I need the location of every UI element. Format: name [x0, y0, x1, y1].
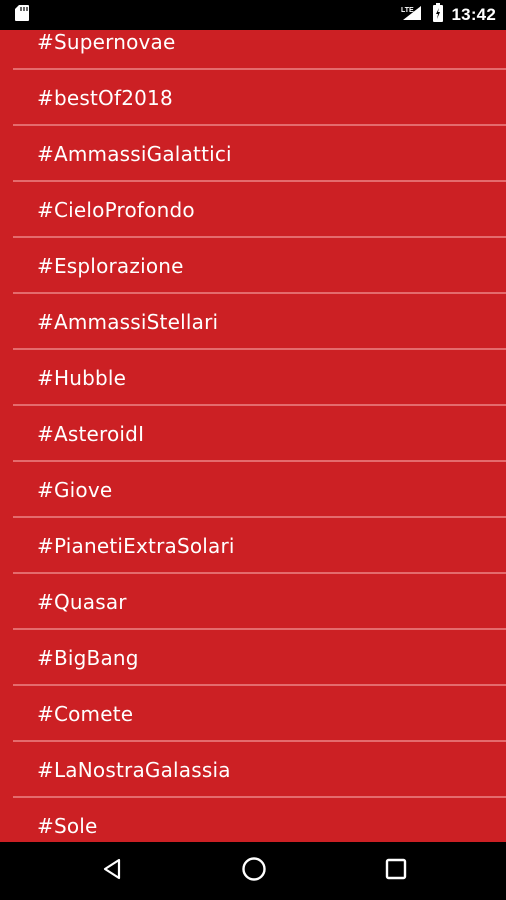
hashtag-item[interactable]: #bestOf2018: [0, 70, 506, 126]
hashtag-label: #CieloProfondo: [37, 198, 195, 222]
hashtag-list[interactable]: #Supernovae #bestOf2018 #AmmassiGalattici #…: [0, 30, 506, 842]
hashtag-label: #BigBang: [37, 646, 139, 670]
hashtag-label: #AmmassiGalattici: [37, 142, 232, 166]
hashtag-label: #Quasar: [37, 590, 127, 614]
hashtag-label: #Esplorazione: [37, 254, 184, 278]
clock: 13:42: [451, 5, 496, 24]
hashtag-label: #Giove: [37, 478, 113, 502]
hashtag-label: #Comete: [37, 702, 134, 726]
hashtag-item[interactable]: #AmmassiGalattici: [0, 126, 506, 182]
hashtag-item[interactable]: #CieloProfondo: [0, 182, 506, 238]
hashtag-item[interactable]: #Supernovae: [0, 30, 506, 70]
battery-icon: [432, 3, 444, 27]
home-icon: [241, 856, 267, 886]
hashtag-item[interactable]: #LaNostraGalassia: [0, 742, 506, 798]
signal-icon: LTE: [400, 4, 424, 26]
hashtag-item[interactable]: #Hubble: [0, 350, 506, 406]
hashtag-item[interactable]: #BigBang: [0, 630, 506, 686]
hashtag-label: #LaNostraGalassia: [37, 758, 231, 782]
navigation-bar: [0, 842, 506, 900]
app-notification-icon: [14, 4, 30, 26]
back-icon: [100, 857, 124, 885]
hashtag-item[interactable]: #PianetiExtraSolari: [0, 518, 506, 574]
hashtag-label: #Sole: [37, 814, 98, 838]
status-bar: LTE 13:42: [0, 0, 506, 30]
recents-icon: [385, 858, 407, 884]
hashtag-label: #bestOf2018: [37, 86, 173, 110]
hashtag-item[interactable]: #Comete: [0, 686, 506, 742]
hashtag-item[interactable]: #Quasar: [0, 574, 506, 630]
hashtag-item[interactable]: #Esplorazione: [0, 238, 506, 294]
recents-button[interactable]: [356, 842, 436, 900]
hashtag-item[interactable]: #AsteroidI: [0, 406, 506, 462]
home-button[interactable]: [214, 842, 294, 900]
hashtag-item[interactable]: #Sole: [0, 798, 506, 842]
back-button[interactable]: [72, 842, 152, 900]
svg-text:LTE: LTE: [401, 7, 414, 14]
hashtag-label: #Hubble: [37, 366, 127, 390]
hashtag-label: #AmmassiStellari: [37, 310, 219, 334]
hashtag-label: #AsteroidI: [37, 422, 145, 446]
hashtag-label: #Supernovae: [37, 30, 176, 54]
hashtag-label: #PianetiExtraSolari: [37, 534, 235, 558]
hashtag-item[interactable]: #AmmassiStellari: [0, 294, 506, 350]
hashtag-item[interactable]: #Giove: [0, 462, 506, 518]
